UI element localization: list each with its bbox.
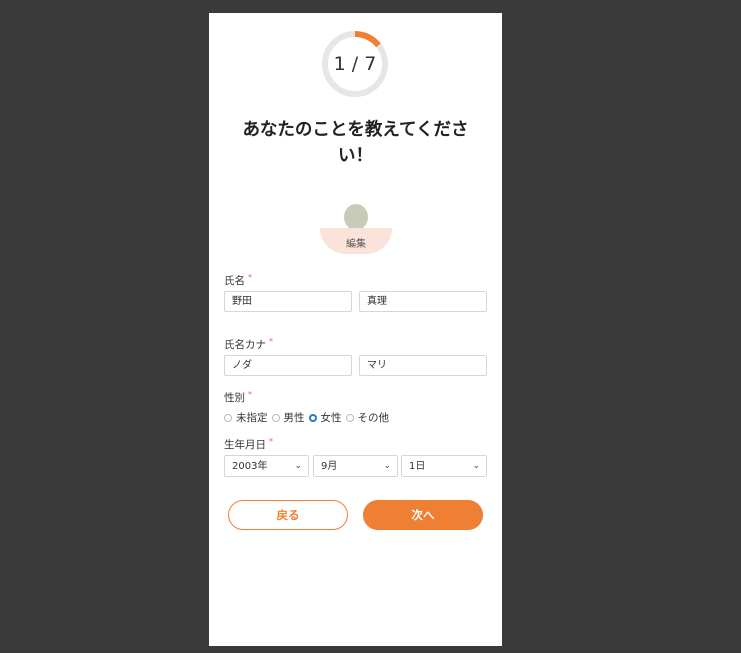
chevron-down-icon: ⌄ bbox=[294, 461, 302, 471]
progress-ring: 1 / 7 bbox=[321, 30, 389, 98]
birth-year-value: 2003年 bbox=[232, 461, 268, 472]
first-name-input[interactable]: 真理 bbox=[359, 291, 487, 312]
next-button[interactable]: 次へ bbox=[363, 500, 483, 530]
name-label-text: 氏名 bbox=[224, 275, 245, 287]
gender-option-label: その他 bbox=[357, 412, 390, 424]
required-mark: * bbox=[248, 390, 252, 399]
birth-year-select[interactable]: 2003年 ⌄ bbox=[224, 455, 309, 477]
name-label: 氏名 * bbox=[224, 273, 252, 288]
page-title: あなたのことを教えてください！ bbox=[242, 120, 469, 166]
required-mark: * bbox=[269, 337, 273, 346]
chevron-down-icon: ⌄ bbox=[383, 461, 391, 471]
gender-label-text: 性別 bbox=[224, 392, 245, 404]
gender-option-unspecified[interactable]: 未指定 bbox=[224, 410, 268, 425]
gender-option-other[interactable]: その他 bbox=[345, 410, 390, 425]
radio-icon[interactable] bbox=[345, 413, 354, 422]
gender-option-label: 女性 bbox=[320, 412, 342, 424]
progress-label: 1 / 7 bbox=[333, 53, 377, 75]
birth-day-value: 1日 bbox=[409, 461, 426, 472]
gender-option-label: 男性 bbox=[283, 412, 305, 424]
avatar-edit-label[interactable]: 編集 bbox=[320, 235, 392, 250]
radio-icon[interactable] bbox=[224, 413, 232, 422]
chevron-down-icon: ⌄ bbox=[472, 461, 480, 471]
form-card: 1 / 7 あなたのことを教えてください！ 編集 氏名 * 野田 真理 氏名カナ *… bbox=[209, 13, 502, 646]
required-mark: * bbox=[248, 273, 252, 282]
birth-day-select[interactable]: 1日 ⌄ bbox=[401, 455, 487, 477]
back-button[interactable]: 戻る bbox=[228, 500, 348, 530]
radio-icon[interactable] bbox=[271, 413, 280, 422]
gender-option-label: 未指定 bbox=[236, 412, 268, 424]
birth-month-select[interactable]: 9月 ⌄ bbox=[313, 455, 398, 477]
avatar-head-icon bbox=[344, 204, 368, 230]
gender-option-female[interactable]: 女性 bbox=[308, 410, 342, 425]
gender-label: 性別 * bbox=[224, 390, 252, 405]
last-name-input[interactable]: 野田 bbox=[224, 291, 352, 312]
birth-month-value: 9月 bbox=[321, 461, 338, 472]
gender-radio-group: 未指定 男性 女性 その他 bbox=[224, 410, 393, 425]
required-mark: * bbox=[269, 437, 273, 446]
birthdate-label: 生年月日 * bbox=[224, 437, 273, 452]
birthdate-label-text: 生年月日 bbox=[224, 439, 266, 451]
gender-option-male[interactable]: 男性 bbox=[271, 410, 305, 425]
radio-selected-icon[interactable] bbox=[308, 413, 317, 422]
avatar[interactable]: 編集 bbox=[320, 204, 392, 254]
first-name-kana-input[interactable]: マリ bbox=[359, 355, 487, 376]
last-name-kana-input[interactable]: ノダ bbox=[224, 355, 352, 376]
kana-label-text: 氏名カナ bbox=[224, 339, 266, 351]
kana-label: 氏名カナ * bbox=[224, 337, 273, 352]
